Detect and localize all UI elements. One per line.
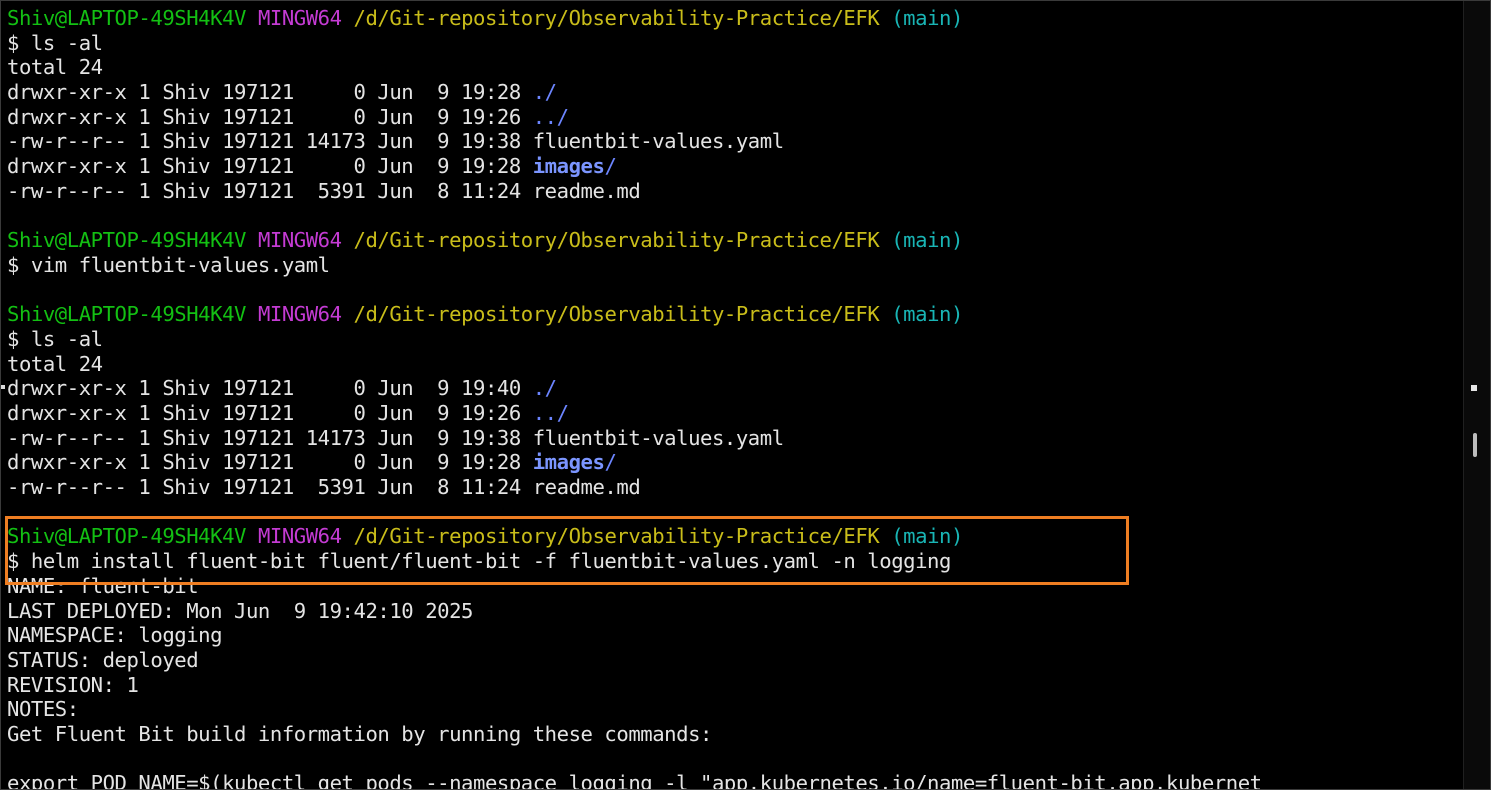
file-metadata: drwxr-xr-x 1 Shiv 197121 0 Jun 9 19:28 [7, 450, 533, 475]
right-edge-marker-icon [1471, 385, 1477, 391]
directory-name: ../ [532, 104, 569, 129]
output-line: LAST DEPLOYED: Mon Jun 9 19:42:10 2025 [7, 598, 473, 623]
output-line: total 24 [7, 55, 103, 80]
output-line: NOTES: [7, 697, 79, 722]
prompt-line: Shiv@LAPTOP-49SH4K4V MINGW64 /d/Git-repo… [7, 6, 1465, 31]
prompt-system: MINGW64 [257, 228, 342, 253]
prompt-branch: (main) [891, 6, 963, 30]
file-metadata: -rw-r--r-- 1 Shiv 197121 14173 Jun 9 19:… [7, 425, 533, 450]
output-line: total 24 [7, 351, 103, 376]
file-listing-line: drwxr-xr-x 1 Shiv 197121 0 Jun 9 19:26 .… [7, 105, 1465, 130]
file-listing-line: -rw-r--r-- 1 Shiv 197121 5391 Jun 8 11:2… [7, 179, 1465, 204]
file-listing-line: drwxr-xr-x 1 Shiv 197121 0 Jun 9 19:28 i… [7, 450, 1465, 475]
file-metadata: drwxr-xr-x 1 Shiv 197121 0 Jun 9 19:26 [7, 104, 533, 129]
output-line: $ ls -al [7, 326, 103, 351]
prompt-line: Shiv@LAPTOP-49SH4K4V MINGW64 /d/Git-repo… [7, 302, 1465, 327]
file-listing-line: drwxr-xr-x 1 Shiv 197121 0 Jun 9 19:28 i… [7, 154, 1465, 179]
terminal-output[interactable]: Shiv@LAPTOP-49SH4K4V MINGW64 /d/Git-repo… [7, 6, 1465, 790]
file-metadata: drwxr-xr-x 1 Shiv 197121 0 Jun 9 19:40 [7, 376, 533, 401]
file-metadata: drwxr-xr-x 1 Shiv 197121 0 Jun 9 19:26 [7, 401, 533, 425]
prompt-user: Shiv@LAPTOP-49SH4K4V [7, 302, 246, 327]
output-line: $ helm install fluent-bit fluent/fluent-… [7, 549, 951, 574]
file-metadata: -rw-r--r-- 1 Shiv 197121 5391 Jun 8 11:2… [7, 475, 533, 500]
file-listing-line: drwxr-xr-x 1 Shiv 197121 0 Jun 9 19:28 .… [7, 80, 1465, 105]
output-line: NAME: fluent-bit [7, 573, 199, 598]
prompt-line: Shiv@LAPTOP-49SH4K4V MINGW64 /d/Git-repo… [7, 524, 1465, 549]
file-listing-line: drwxr-xr-x 1 Shiv 197121 0 Jun 9 19:40 .… [7, 376, 1465, 401]
output-line: REVISION: 1 [7, 672, 139, 697]
file-listing-line: drwxr-xr-x 1 Shiv 197121 0 Jun 9 19:26 .… [7, 401, 1465, 426]
directory-name: ./ [532, 376, 557, 401]
output-line: Get Fluent Bit build information by runn… [7, 721, 712, 746]
terminal-window[interactable]: Shiv@LAPTOP-49SH4K4V MINGW64 /d/Git-repo… [0, 0, 1491, 790]
file-name: fluentbit-values.yaml [532, 425, 784, 450]
file-listing-line: -rw-r--r-- 1 Shiv 197121 14173 Jun 9 19:… [7, 129, 1465, 154]
directory-suffix: / [604, 154, 617, 179]
prompt-branch: (main) [891, 228, 963, 253]
output-line: export POD_NAME=$(kubectl get pods --nam… [7, 771, 1262, 790]
prompt-path: /d/Git-repository/Observability-Practice… [353, 302, 880, 327]
file-name: fluentbit-values.yaml [532, 129, 784, 154]
file-metadata: drwxr-xr-x 1 Shiv 197121 0 Jun 9 19:28 [7, 154, 533, 179]
output-line: $ ls -al [7, 30, 103, 55]
file-listing-line: -rw-r--r-- 1 Shiv 197121 5391 Jun 8 11:2… [7, 475, 1465, 500]
prompt-system: MINGW64 [257, 6, 342, 30]
prompt-branch: (main) [891, 524, 963, 549]
prompt-branch: (main) [891, 302, 963, 327]
scrollbar-thumb[interactable] [1473, 433, 1477, 457]
prompt-path: /d/Git-repository/Observability-Practice… [353, 228, 880, 253]
file-listing-line: -rw-r--r-- 1 Shiv 197121 14173 Jun 9 19:… [7, 426, 1465, 451]
prompt-path: /d/Git-repository/Observability-Practice… [353, 6, 880, 30]
prompt-path: /d/Git-repository/Observability-Practice… [353, 524, 880, 549]
output-line: $ vim fluentbit-values.yaml [7, 252, 330, 277]
prompt-system: MINGW64 [257, 524, 342, 549]
file-metadata: -rw-r--r-- 1 Shiv 197121 5391 Jun 8 11:2… [7, 178, 533, 203]
prompt-line: Shiv@LAPTOP-49SH4K4V MINGW64 /d/Git-repo… [7, 228, 1465, 253]
output-line: NAMESPACE: logging [7, 623, 223, 648]
vertical-scrollbar[interactable] [1463, 1, 1490, 789]
directory-name: ./ [532, 80, 557, 105]
file-metadata: -rw-r--r-- 1 Shiv 197121 14173 Jun 9 19:… [7, 129, 533, 154]
directory-suffix: / [604, 450, 617, 475]
file-metadata: drwxr-xr-x 1 Shiv 197121 0 Jun 9 19:28 [7, 80, 533, 105]
directory-name: ../ [532, 401, 569, 425]
left-edge-marker-icon [1, 385, 5, 389]
output-line: STATUS: deployed [7, 647, 199, 672]
file-name: readme.md [532, 475, 641, 500]
directory-name: images [532, 154, 605, 179]
prompt-user: Shiv@LAPTOP-49SH4K4V [7, 524, 246, 549]
prompt-user: Shiv@LAPTOP-49SH4K4V [7, 228, 246, 253]
prompt-system: MINGW64 [257, 302, 342, 327]
prompt-user: Shiv@LAPTOP-49SH4K4V [7, 6, 246, 30]
file-name: readme.md [532, 178, 641, 203]
directory-name: images [532, 450, 605, 475]
